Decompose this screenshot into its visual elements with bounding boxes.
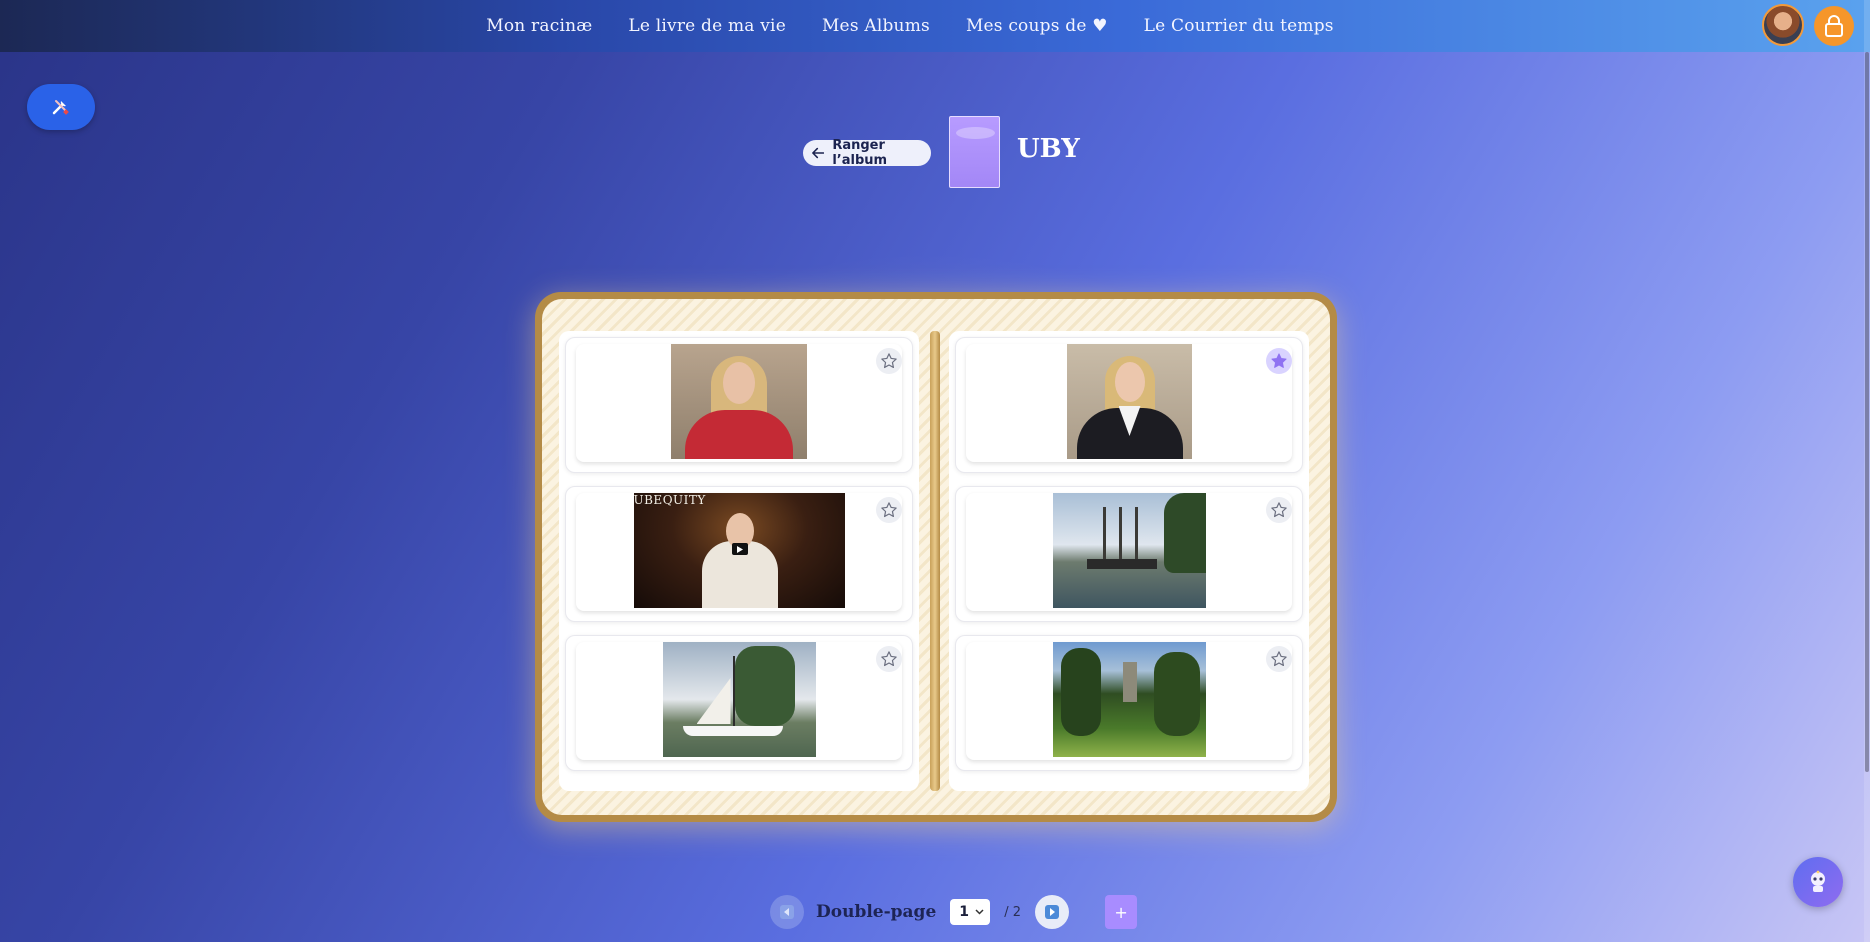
next-icon [1045, 905, 1060, 919]
photo-detail [1118, 507, 1122, 565]
pager-label: Double-page [816, 902, 937, 922]
media-card[interactable] [565, 337, 913, 473]
favorite-button[interactable] [876, 348, 902, 374]
star-outline-icon [881, 651, 897, 667]
video-caption: UBEQUITY [633, 493, 706, 507]
media-frame [966, 642, 1292, 760]
video-thumbnail[interactable]: UBEQUITY [633, 493, 845, 608]
star-filled-icon [1271, 353, 1287, 368]
nav-item-mes-albums[interactable]: Mes Albums [822, 16, 930, 36]
tools-icon [52, 100, 69, 115]
photo-detail [734, 646, 795, 726]
media-frame [576, 344, 902, 462]
photo-detail [1153, 652, 1200, 736]
photo-detail [732, 656, 735, 732]
nav-item-livre-de-ma-vie[interactable]: Le livre de ma vie [628, 16, 786, 36]
album-book: UBEQUITY [535, 292, 1337, 822]
photo-detail [723, 362, 755, 404]
photo-thumbnail[interactable] [1052, 493, 1206, 608]
photo-detail [1122, 662, 1137, 702]
chevron-down-icon [975, 909, 984, 915]
top-navigation: Mon racinæ Le livre de ma vie Mes Albums… [0, 0, 1870, 52]
page-select-value: 1 [959, 904, 970, 920]
previous-page-button[interactable] [770, 895, 804, 929]
media-frame: UBEQUITY [576, 493, 902, 611]
arrow-left-icon [812, 147, 825, 159]
left-page: UBEQUITY [559, 331, 919, 791]
photo-detail [696, 678, 731, 724]
lock-icon [1825, 15, 1843, 37]
album-cover [949, 116, 1000, 188]
photo-thumbnail[interactable] [1052, 642, 1206, 757]
photo-thumbnail[interactable] [662, 642, 816, 757]
user-avatar[interactable] [1762, 4, 1804, 46]
photo-detail [682, 726, 783, 736]
media-card[interactable] [955, 486, 1303, 622]
star-outline-icon [881, 353, 897, 369]
scrollbar[interactable] [1864, 0, 1870, 942]
nav-item-mes-coups-de-coeur[interactable]: Mes coups de ♥ [966, 16, 1108, 36]
nav-item-courrier-du-temps[interactable]: Le Courrier du temps [1144, 16, 1334, 36]
photo-detail [1163, 493, 1206, 573]
photo-detail [685, 410, 793, 459]
back-to-albums-button[interactable]: Ranger l’album [803, 138, 931, 168]
photo-detail [1102, 507, 1106, 565]
play-icon[interactable] [731, 543, 748, 555]
book-inner: UBEQUITY [542, 299, 1330, 815]
favorite-button-active[interactable] [1266, 348, 1292, 374]
media-frame [966, 344, 1292, 462]
previous-icon [780, 905, 794, 919]
star-outline-icon [881, 502, 897, 518]
media-card[interactable] [955, 337, 1303, 473]
favorite-button[interactable] [1266, 497, 1292, 523]
robot-icon [1811, 870, 1825, 892]
media-card[interactable] [955, 635, 1303, 771]
page-select[interactable]: 1 [950, 899, 991, 925]
photo-thumbnail[interactable] [1066, 344, 1192, 459]
photo-detail [1060, 648, 1101, 736]
book-spine [930, 331, 940, 791]
back-to-albums-label: Ranger l’album [832, 138, 888, 168]
media-frame [966, 493, 1292, 611]
lock-button[interactable] [1814, 6, 1854, 46]
star-outline-icon [1271, 502, 1287, 518]
album-cover-shine [956, 127, 995, 139]
right-page [949, 331, 1309, 791]
pager: Double-page 1 / 2 + [770, 895, 1138, 929]
media-card[interactable] [565, 635, 913, 771]
favorite-button[interactable] [1266, 646, 1292, 672]
star-outline-icon [1271, 651, 1287, 667]
nav-links: Mon racinæ Le livre de ma vie Mes Albums… [486, 16, 1333, 36]
album-title: UBY [1017, 134, 1080, 164]
favorite-button[interactable] [876, 497, 902, 523]
photo-thumbnail[interactable] [671, 344, 807, 459]
media-card[interactable]: UBEQUITY [565, 486, 913, 622]
add-page-button[interactable]: + [1105, 895, 1138, 929]
favorite-button[interactable] [876, 646, 902, 672]
media-frame [576, 642, 902, 760]
nav-item-mon-racinae[interactable]: Mon racinæ [486, 16, 592, 36]
page-total: / 2 [1004, 904, 1022, 920]
scrollbar-thumb[interactable] [1865, 52, 1869, 772]
next-page-button[interactable] [1035, 895, 1070, 929]
assistant-button[interactable] [1793, 857, 1843, 907]
photo-detail [1134, 507, 1138, 565]
tools-button[interactable] [27, 84, 95, 130]
photo-detail [1114, 362, 1145, 402]
photo-detail [1086, 559, 1157, 569]
